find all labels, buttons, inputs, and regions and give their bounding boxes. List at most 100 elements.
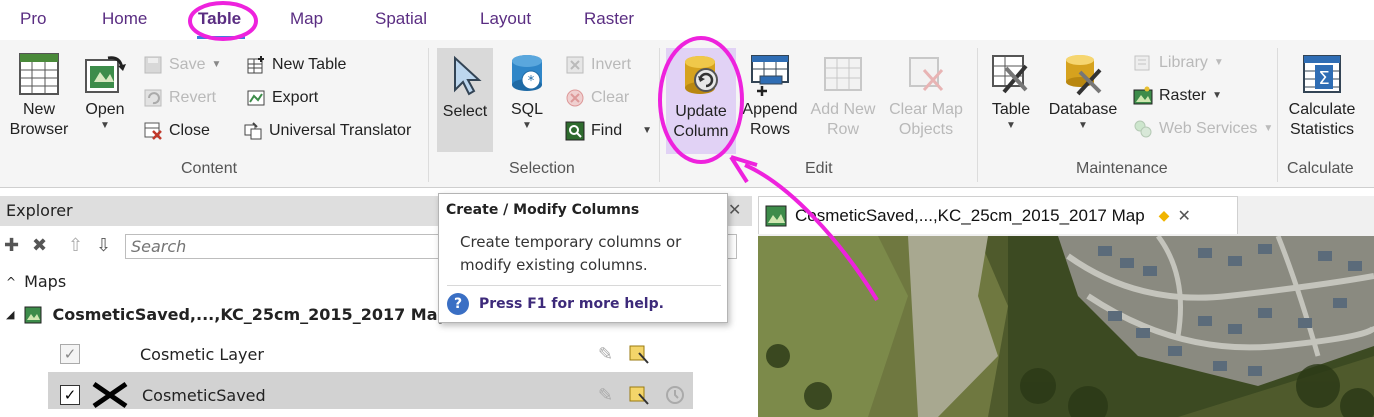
add-icon[interactable]: ✚ <box>4 235 19 256</box>
web-services-button[interactable]: Web Services ▼ <box>1133 116 1273 142</box>
revert-button[interactable]: Revert <box>143 85 216 111</box>
tab-spatial[interactable]: Spatial <box>375 9 427 29</box>
invert-button[interactable]: Invert <box>565 52 631 78</box>
move-down-icon[interactable]: ⇩ <box>96 235 111 256</box>
add-new-row-label-1: Add New <box>810 101 876 118</box>
find-icon <box>565 121 585 141</box>
append-rows-button[interactable]: Append Rows <box>740 52 800 140</box>
translator-icon <box>244 122 262 140</box>
layer-properties-icon[interactable] <box>628 343 650 365</box>
group-separator <box>428 48 429 182</box>
active-tab-indicator <box>197 36 245 39</box>
add-new-row-button[interactable]: Add New Row <box>806 52 880 140</box>
universal-translator-label: Universal Translator <box>269 122 412 139</box>
clear-label: Clear <box>591 89 630 106</box>
explorer-title: Explorer <box>6 201 73 220</box>
chevron-up-icon[interactable]: ^ <box>6 275 16 289</box>
clear-selection-button[interactable]: Clear <box>565 85 629 111</box>
edit-pencil-icon[interactable]: ✎ <box>598 385 613 406</box>
database-tools-icon <box>1066 55 1102 96</box>
new-browser-button[interactable]: New Browser <box>6 52 72 140</box>
aerial-imagery <box>758 236 1374 417</box>
database-sql-icon: * <box>512 55 542 91</box>
clear-map-objects-label-2: Objects <box>898 121 954 138</box>
remove-icon[interactable]: ✖ <box>32 235 47 256</box>
select-button[interactable]: Select <box>437 48 493 152</box>
close-button[interactable]: Close <box>143 118 210 144</box>
layer-checkbox[interactable]: ✓ <box>60 344 80 364</box>
maps-label: Maps <box>24 272 67 291</box>
open-button[interactable]: Open ▼ <box>78 52 132 132</box>
tooltip-title: Create / Modify Columns <box>446 202 640 218</box>
raster-button[interactable]: Raster ▼ <box>1133 83 1222 109</box>
new-table-icon <box>247 56 264 74</box>
collapse-triangle-icon[interactable]: ◢ <box>6 308 14 321</box>
new-table-label: New Table <box>272 56 347 73</box>
web-services-label: Web Services <box>1159 120 1258 137</box>
group-separator <box>659 48 660 182</box>
tab-layout[interactable]: Layout <box>480 9 531 29</box>
library-button[interactable]: Library ▼ <box>1133 50 1224 76</box>
clear-map-objects-label-1: Clear Map <box>889 101 963 118</box>
export-button[interactable]: Export <box>246 85 318 111</box>
open-map-icon <box>85 56 126 93</box>
calculate-statistics-label-1: Calculate <box>1288 101 1356 118</box>
layer-row[interactable]: ✓ Cosmetic Layer ✎ <box>60 343 660 365</box>
calculate-statistics-button[interactable]: Σ Calculate Statistics <box>1284 52 1360 140</box>
tree-node-maps[interactable]: ^ Maps <box>6 272 66 291</box>
tab-raster[interactable]: Raster <box>584 9 634 29</box>
close-icon[interactable]: ✕ <box>728 200 741 219</box>
map-document-tab[interactable]: CosmeticSaved,...,KC_25cm_2015_2017 Map … <box>758 196 1238 234</box>
layer-properties-icon[interactable] <box>628 384 650 406</box>
add-new-row-label-2: Row <box>826 121 859 138</box>
add-row-icon <box>824 57 862 91</box>
save-button[interactable]: Save ▼ <box>143 52 221 78</box>
database-caret: ▼ <box>1078 120 1088 131</box>
group-label-calculate: Calculate <box>1287 160 1354 177</box>
universal-translator-button[interactable]: Universal Translator <box>243 118 411 144</box>
help-icon: ? <box>447 293 469 315</box>
new-table-button[interactable]: New Table <box>246 52 346 78</box>
sql-label: SQL <box>510 101 543 118</box>
tab-map[interactable]: Map <box>290 9 323 29</box>
table-grid-icon <box>19 53 59 95</box>
tab-home[interactable]: Home <box>102 9 147 29</box>
save-icon <box>144 56 162 74</box>
tooltip-help-text: Press F1 for more help. <box>479 296 664 312</box>
layer-checkbox[interactable]: ✓ <box>60 385 80 405</box>
clear-map-objects-button[interactable]: Clear Map Objects <box>884 52 968 140</box>
raster-label: Raster <box>1159 87 1207 104</box>
group-separator <box>1277 48 1278 182</box>
library-icon <box>1134 55 1150 71</box>
group-label-maintenance: Maintenance <box>1076 160 1168 177</box>
append-rows-label-2: Rows <box>749 121 790 138</box>
group-label-content: Content <box>181 160 238 177</box>
visibility-range-icon[interactable] <box>664 384 686 406</box>
close-icon[interactable]: ✕ <box>1177 206 1190 225</box>
tab-table[interactable]: Table <box>198 9 241 29</box>
database-button[interactable]: Database ▼ <box>1045 52 1121 132</box>
revert-label: Revert <box>169 89 217 106</box>
map-canvas[interactable] <box>758 236 1374 417</box>
edit-pencil-icon[interactable]: ✎ <box>598 344 613 365</box>
layer-row[interactable]: ✓ CosmeticSaved ✎ <box>60 381 690 409</box>
find-button[interactable]: Find ▼ <box>565 118 652 144</box>
tree-node-map[interactable]: ◢ CosmeticSaved,...,KC_25cm_2015_2017 Ma… <box>6 305 449 324</box>
raster-icon <box>1133 86 1153 105</box>
invert-icon <box>566 56 584 74</box>
tab-pro[interactable]: Pro <box>20 9 46 29</box>
move-up-icon[interactable]: ⇧ <box>68 235 83 256</box>
new-browser-label-1: New <box>22 101 55 118</box>
update-column-button[interactable]: Update Column <box>666 48 736 154</box>
select-label: Select <box>442 103 488 120</box>
calculate-statistics-icon: Σ <box>1303 55 1341 93</box>
table-maintenance-button[interactable]: Table ▼ <box>985 52 1037 132</box>
tooltip: Create / Modify Columns Create temporary… <box>438 193 728 323</box>
open-label: Open <box>85 101 125 118</box>
calculate-statistics-label-2: Statistics <box>1289 121 1354 138</box>
sql-button[interactable]: * SQL ▼ <box>502 52 552 132</box>
invert-label: Invert <box>591 56 632 73</box>
arrow-pointer-icon <box>454 55 482 96</box>
cross-symbol-icon <box>92 381 128 409</box>
map-tab-title: CosmeticSaved,...,KC_25cm_2015_2017 Map <box>795 205 1145 225</box>
